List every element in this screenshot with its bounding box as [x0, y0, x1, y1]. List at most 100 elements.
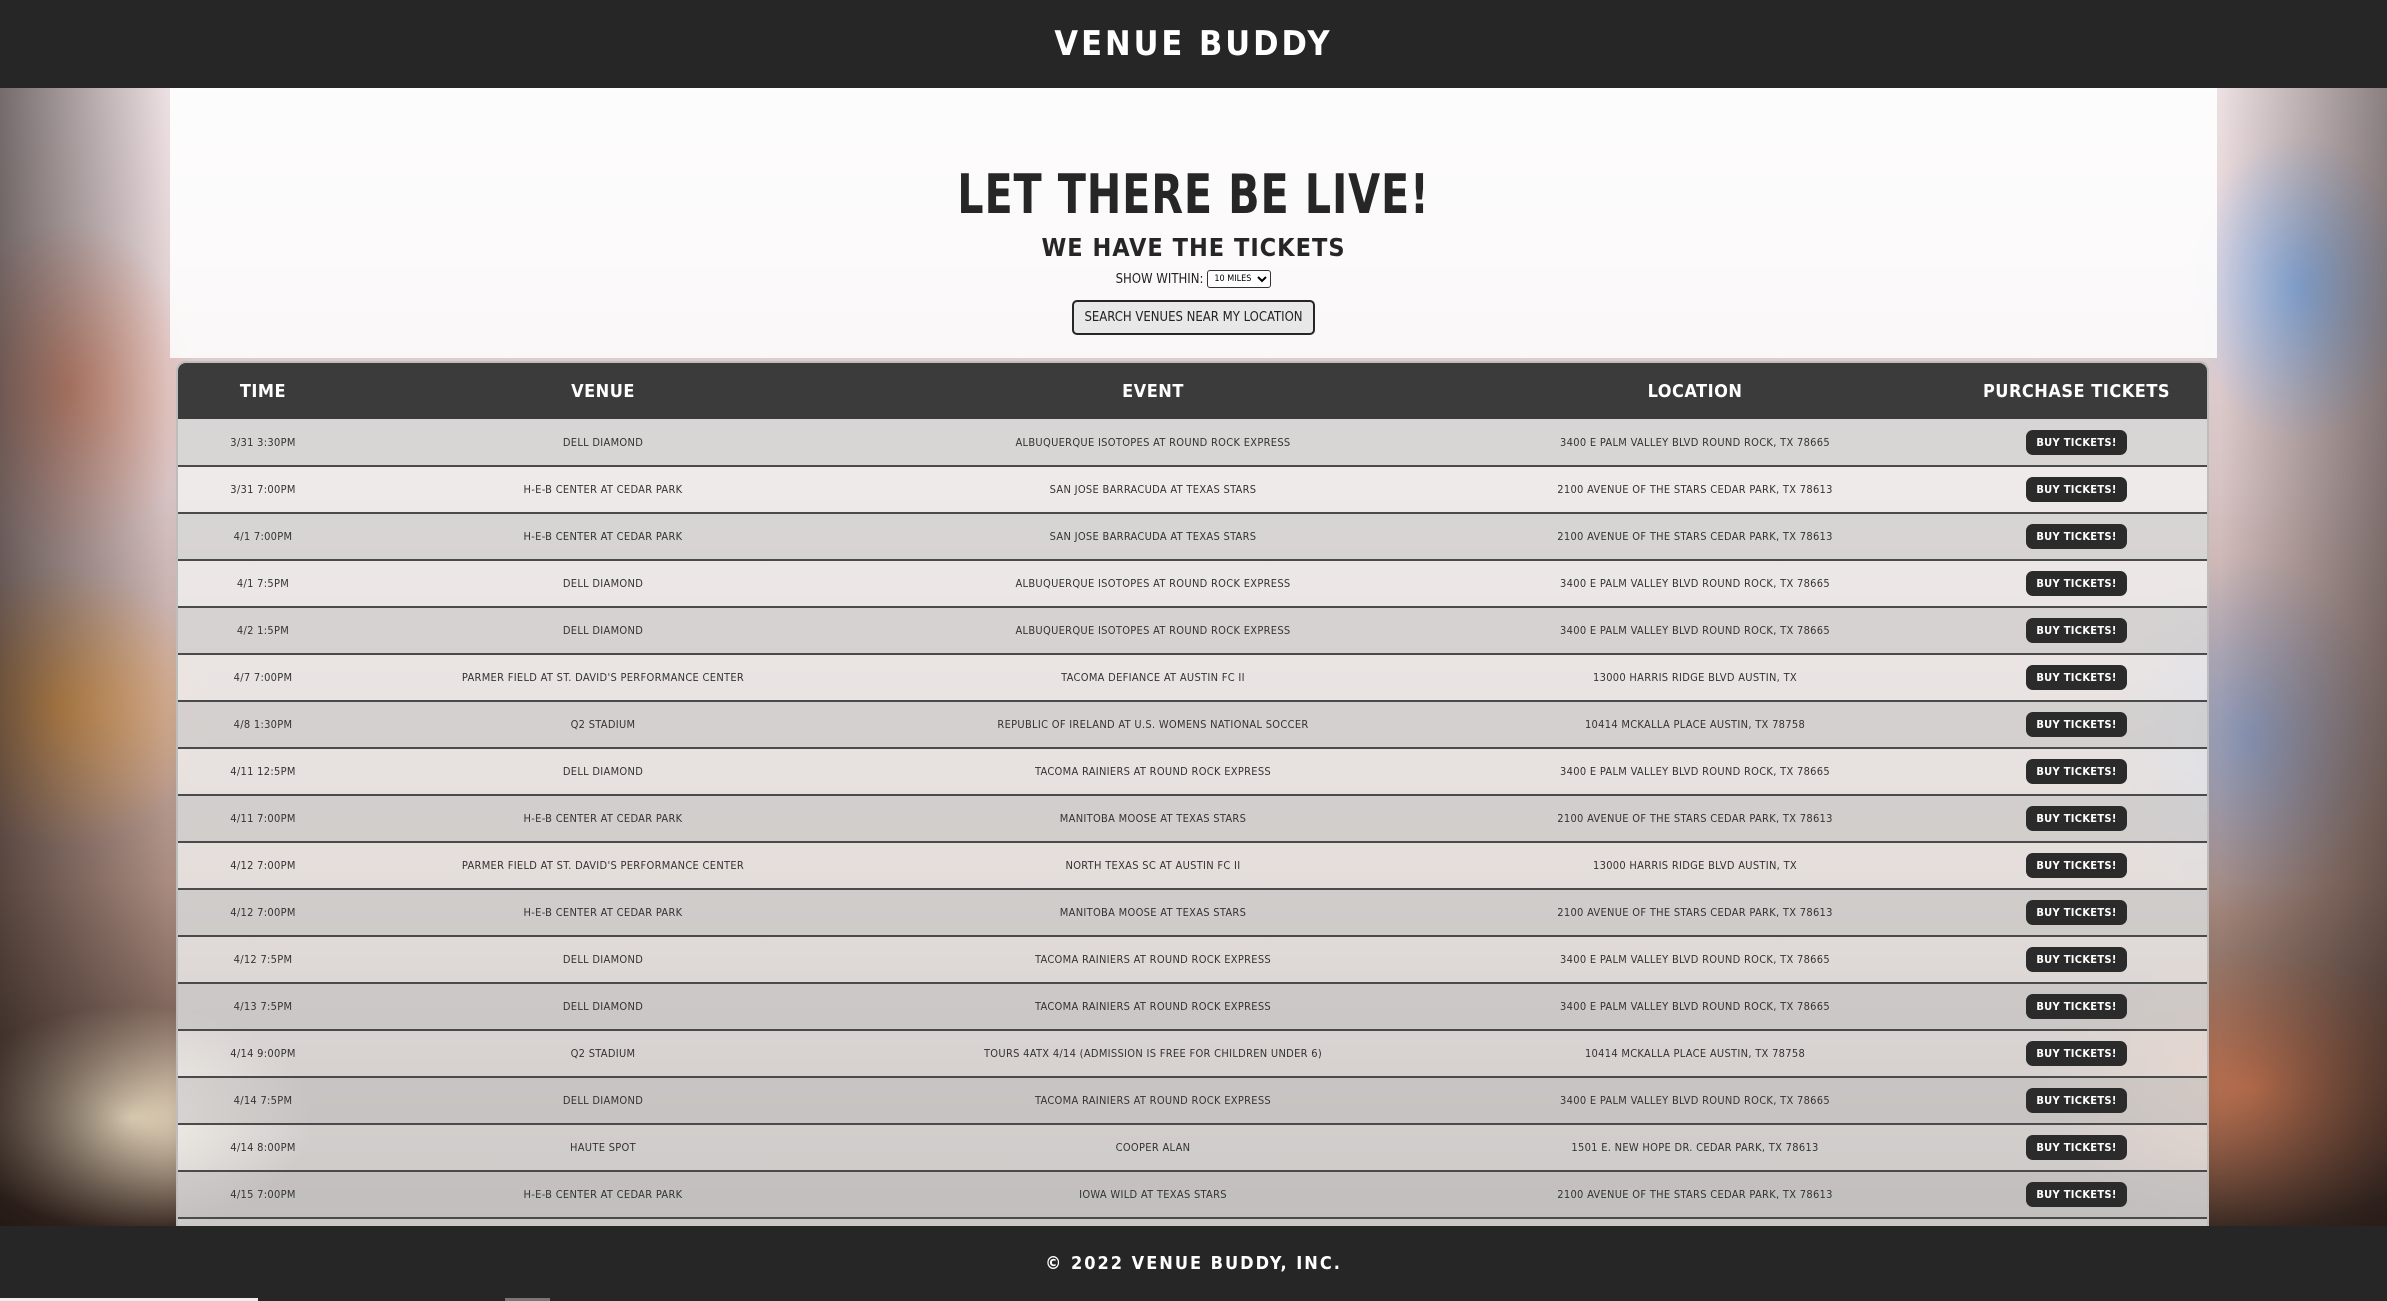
- cell-time: 4/14 9:00PM: [178, 1030, 348, 1078]
- cell-time: 4/2 1:5PM: [178, 607, 348, 655]
- cell-event: Manitoba Moose at Texas Stars: [858, 795, 1448, 843]
- buy-tickets-button[interactable]: Buy Tickets!: [2026, 571, 2127, 596]
- cell-event: Tacoma Rainiers at Round Rock Express: [858, 983, 1448, 1031]
- table-row: 4/12 7:00PM Parmer Field at St. David's P…: [178, 842, 2207, 890]
- table-row: 4/1 7:5PM Dell Diamond Albuquerque Isotope…: [178, 560, 2207, 608]
- cell-event: North Texas SC at Austin FC II: [858, 842, 1448, 890]
- cell-purchase: Buy Tickets!: [1942, 936, 2207, 984]
- buy-tickets-button[interactable]: Buy Tickets!: [2026, 947, 2127, 972]
- cell-purchase: Buy Tickets!: [1942, 607, 2207, 655]
- cell-time: 4/8 1:30PM: [178, 701, 348, 749]
- table-row: 4/13 7:5PM Dell Diamond Tacoma Rainiers at…: [178, 983, 2207, 1031]
- table-row: 4/12 7:5PM Dell Diamond Tacoma Rainiers at…: [178, 936, 2207, 984]
- cell-time: 4/14 8:00PM: [178, 1124, 348, 1172]
- cell-time: 3/31 7:00PM: [178, 466, 348, 514]
- buy-tickets-button[interactable]: Buy Tickets!: [2026, 1182, 2127, 1207]
- cell-venue: Parmer Field at St. David's Performance …: [348, 842, 858, 890]
- cell-purchase: Buy Tickets!: [1942, 1171, 2207, 1219]
- cell-purchase: Buy Tickets!: [1942, 654, 2207, 702]
- search-venues-button[interactable]: Search venues near my location: [1072, 300, 1315, 335]
- cell-location: 13000 Harris Ridge Blvd Austin, TX: [1448, 842, 1942, 890]
- buy-tickets-button[interactable]: Buy Tickets!: [2026, 1135, 2127, 1160]
- table-row: 3/31 7:00PM H-E-B Center at Cedar Park San…: [178, 466, 2207, 514]
- buy-tickets-button[interactable]: Buy Tickets!: [2026, 900, 2127, 925]
- footer: © 2022 Venue Buddy, Inc.: [0, 1226, 2387, 1301]
- events-table-container[interactable]: Time Venue Event Location Purchase Ticke…: [176, 361, 2209, 1226]
- cell-location: 3400 E Palm Valley Blvd Round Rock, TX 7…: [1448, 1077, 1942, 1125]
- cell-event: San Jose Barracuda at Texas Stars: [858, 513, 1448, 561]
- table-row: 4/11 12:5PM Dell Diamond Tacoma Rainiers a…: [178, 748, 2207, 796]
- cell-venue: [348, 1218, 858, 1226]
- cell-purchase: Buy Tickets!: [1942, 889, 2207, 937]
- table-row: 3/31 3:30PM Dell Diamond Albuquerque Isoto…: [178, 419, 2207, 467]
- cell-venue: H-E-B Center at Cedar Park: [348, 466, 858, 514]
- table-row: 4/11 7:00PM H-E-B Center at Cedar Park Man…: [178, 795, 2207, 843]
- table-header-row: Time Venue Event Location Purchase Ticke…: [178, 363, 2207, 419]
- cell-location: 10414 McKalla Place Austin, TX 78758: [1448, 1030, 1942, 1078]
- cell-event: Iowa Wild at Texas Stars: [858, 1171, 1448, 1219]
- cell-venue: Parmer Field at St. David's Performance …: [348, 654, 858, 702]
- buy-tickets-button[interactable]: Buy Tickets!: [2026, 853, 2127, 878]
- cell-event: Tacoma Rainiers at Round Rock Express: [858, 1077, 1448, 1125]
- cell-location: 3400 E Palm Valley Blvd Round Rock, TX 7…: [1448, 936, 1942, 984]
- cell-purchase: Buy Tickets!: [1942, 513, 2207, 561]
- cell-time: 4/15 7:00PM: [178, 1171, 348, 1219]
- cell-location: 2100 Avenue of the Stars Cedar Park, TX …: [1448, 795, 1942, 843]
- buy-tickets-button[interactable]: Buy Tickets!: [2026, 477, 2127, 502]
- table-row: 4/1 7:00PM H-E-B Center at Cedar Park San …: [178, 513, 2207, 561]
- cell-time: 4/11 12:5PM: [178, 748, 348, 796]
- cell-time: 4/12 7:5PM: [178, 936, 348, 984]
- cell-purchase: [1942, 1218, 2207, 1226]
- cell-venue: Dell Diamond: [348, 936, 858, 984]
- cell-purchase: Buy Tickets!: [1942, 560, 2207, 608]
- table-row: 4/2 1:5PM Dell Diamond Albuquerque Isotope…: [178, 607, 2207, 655]
- cell-location: 2100 Avenue of the Stars Cedar Park, TX …: [1448, 1171, 1942, 1219]
- cell-location: 2100 Avenue of the Stars Cedar Park, TX …: [1448, 466, 1942, 514]
- cell-time: 4/12 7:00PM: [178, 889, 348, 937]
- cell-venue: H-E-B Center at Cedar Park: [348, 795, 858, 843]
- hero-section: Let there be live! We have the tickets S…: [0, 160, 2387, 335]
- column-header-time: Time: [178, 363, 348, 419]
- buy-tickets-button[interactable]: Buy Tickets!: [2026, 429, 2127, 455]
- cell-event: San Jose Barracuda at Texas Stars: [858, 466, 1448, 514]
- buy-tickets-button[interactable]: Buy Tickets!: [2026, 806, 2127, 831]
- cell-purchase: Buy Tickets!: [1942, 1030, 2207, 1078]
- cell-purchase: Buy Tickets!: [1942, 701, 2207, 749]
- cell-purchase: Buy Tickets!: [1942, 842, 2207, 890]
- buy-tickets-button[interactable]: Buy Tickets!: [2026, 712, 2127, 737]
- buy-tickets-button[interactable]: Buy Tickets!: [2026, 1041, 2127, 1066]
- page-title: Let there be live!: [957, 163, 1430, 226]
- cell-location: 3400 E Palm Valley Blvd Round Rock, TX 7…: [1448, 607, 1942, 655]
- cell-purchase: Buy Tickets!: [1942, 1077, 2207, 1125]
- top-nav-bar: Venue Buddy: [0, 0, 2387, 88]
- table-row: 4/15 7:00PM H-E-B Center at Cedar Park Iow…: [178, 1171, 2207, 1219]
- buy-tickets-button[interactable]: Buy Tickets!: [2026, 1088, 2127, 1113]
- buy-tickets-button[interactable]: Buy Tickets!: [2026, 665, 2127, 690]
- cell-time: 4/7 7:00PM: [178, 654, 348, 702]
- cell-location: 10414 McKalla Place Austin, TX 78758: [1448, 701, 1942, 749]
- table-row: 4/14 7:5PM Dell Diamond Tacoma Rainiers at…: [178, 1077, 2207, 1125]
- cell-event: [858, 1218, 1448, 1226]
- cell-location: 2100 Avenue of the Stars Cedar Park, TX …: [1448, 889, 1942, 937]
- buy-tickets-button[interactable]: Buy Tickets!: [2026, 994, 2127, 1019]
- cell-time: 4/1 7:5PM: [178, 560, 348, 608]
- buy-tickets-button[interactable]: Buy Tickets!: [2026, 524, 2127, 549]
- column-header-location: Location: [1448, 363, 1942, 419]
- distance-filter-label: Show within:: [1115, 271, 1204, 287]
- cell-venue: Q2 Stadium: [348, 1030, 858, 1078]
- cell-time: 4/12 7:00PM: [178, 842, 348, 890]
- cell-venue: H-E-B Center at Cedar Park: [348, 889, 858, 937]
- distance-select[interactable]: 10 miles: [1207, 270, 1272, 288]
- buy-tickets-button[interactable]: Buy Tickets!: [2026, 759, 2127, 784]
- cell-time: 3/31 3:30PM: [178, 419, 348, 467]
- cell-location: 3400 E Palm Valley Blvd Round Rock, TX 7…: [1448, 560, 1942, 608]
- cell-venue: Dell Diamond: [348, 1077, 858, 1125]
- brand-logo[interactable]: Venue Buddy: [1054, 24, 1332, 64]
- cell-venue: Dell Diamond: [348, 983, 858, 1031]
- cell-purchase: Buy Tickets!: [1942, 748, 2207, 796]
- cell-event: Manitoba Moose at Texas Stars: [858, 889, 1448, 937]
- buy-tickets-button[interactable]: Buy Tickets!: [2026, 618, 2127, 643]
- table-row: 4/8 1:30PM Q2 Stadium Republic of Ireland …: [178, 701, 2207, 749]
- cell-purchase: Buy Tickets!: [1942, 795, 2207, 843]
- table-row: 4/12 7:00PM H-E-B Center at Cedar Park Man…: [178, 889, 2207, 937]
